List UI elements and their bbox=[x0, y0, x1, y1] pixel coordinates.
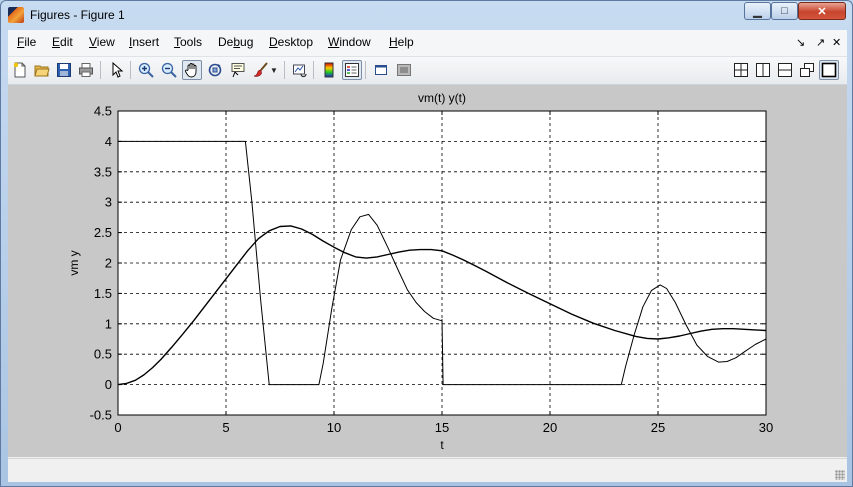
toolbar-separator bbox=[313, 61, 314, 79]
tile-rows-icon[interactable] bbox=[775, 60, 795, 80]
select-arrow-icon[interactable] bbox=[107, 60, 127, 80]
menu-insert[interactable]: Insert bbox=[129, 35, 159, 49]
menu-view[interactable]: View bbox=[89, 35, 115, 49]
x-tick-label: 0 bbox=[114, 420, 121, 435]
figure-canvas[interactable]: 0 5 10 15 20 25 30 -0.5 0 0.5 1 1.5 2 2.5 3 3.5 4 4.5 vm… bbox=[8, 85, 847, 457]
data-cursor-icon[interactable] bbox=[228, 60, 248, 80]
toolbar-separator bbox=[284, 61, 285, 79]
close-button[interactable]: ✕ bbox=[798, 2, 846, 20]
menu-help[interactable]: Help bbox=[389, 35, 414, 49]
matlab-logo-icon bbox=[8, 7, 24, 23]
toolbar-separator bbox=[365, 61, 366, 79]
menu-tools[interactable]: Tools bbox=[174, 35, 202, 49]
tile-grid-icon[interactable] bbox=[731, 60, 751, 80]
y-tick-label: 1 bbox=[105, 316, 112, 331]
save-icon[interactable] bbox=[54, 60, 74, 80]
window-client-area: ↘ ↗ ✕ File Edit View Insert Tools Debug Deskto… bbox=[8, 30, 847, 482]
y-tick-label: 2 bbox=[105, 256, 112, 271]
status-bar bbox=[8, 458, 847, 482]
x-tick-label: 30 bbox=[759, 420, 773, 435]
open-file-icon[interactable] bbox=[32, 60, 52, 80]
x-tick-label: 20 bbox=[543, 420, 557, 435]
y-tick-label: 3 bbox=[105, 195, 112, 210]
y-tick-label: 2.5 bbox=[94, 225, 112, 240]
x-tick-label: 15 bbox=[435, 420, 449, 435]
menu-bar: ↘ ↗ ✕ File Edit View Insert Tools Debug Deskto… bbox=[8, 30, 847, 57]
x-tick-label: 5 bbox=[222, 420, 229, 435]
maximize-button[interactable]: □ bbox=[771, 2, 798, 20]
y-tick-label: 3.5 bbox=[94, 164, 112, 179]
y-tick-label: -0.5 bbox=[90, 408, 112, 423]
maximize-figure-icon[interactable] bbox=[819, 60, 839, 80]
menu-file[interactable]: File bbox=[17, 35, 36, 49]
close-figure-icon[interactable]: ✕ bbox=[832, 36, 841, 49]
figure-window: Figures - Figure 1 ▁ □ ✕ ↘ ↗ ✕ File Edit V… bbox=[0, 0, 853, 487]
minimize-button[interactable]: ▁ bbox=[744, 2, 771, 20]
legend-icon[interactable] bbox=[342, 60, 362, 80]
zoom-in-icon[interactable] bbox=[136, 60, 156, 80]
figure-toolbar: ▼ bbox=[8, 57, 847, 85]
x-tick-label: 25 bbox=[651, 420, 665, 435]
toolbar-separator bbox=[130, 61, 131, 79]
dock-icon[interactable]: ↗ bbox=[816, 36, 825, 49]
colorbar-icon[interactable] bbox=[319, 60, 339, 80]
y-axis-label: vm y bbox=[67, 250, 81, 275]
new-figure-icon[interactable] bbox=[10, 60, 30, 80]
tile-columns-icon[interactable] bbox=[753, 60, 773, 80]
float-icon[interactable] bbox=[797, 60, 817, 80]
pan-hand-icon[interactable] bbox=[182, 60, 202, 80]
y-tick-label: 1.5 bbox=[94, 286, 112, 301]
menu-desktop[interactable]: Desktop bbox=[269, 35, 313, 49]
y-tick-label: 4 bbox=[105, 134, 112, 149]
line-plot[interactable]: 0 5 10 15 20 25 30 -0.500.511.522.533.544.5 vm… bbox=[8, 85, 847, 457]
rotate-3d-icon[interactable] bbox=[205, 60, 225, 80]
zoom-out-icon[interactable] bbox=[159, 60, 179, 80]
resize-grip-icon[interactable] bbox=[835, 470, 845, 480]
chart-title: vm(t) y(t) bbox=[418, 91, 466, 105]
menu-edit[interactable]: Edit bbox=[52, 35, 73, 49]
brush-icon[interactable] bbox=[251, 60, 271, 80]
link-plot-icon[interactable] bbox=[290, 60, 310, 80]
y-tick-label: 0 bbox=[105, 377, 112, 392]
y-tick-label: 4.5 bbox=[94, 104, 112, 119]
show-plot-tools-icon[interactable] bbox=[394, 60, 414, 80]
brush-dropdown-icon[interactable]: ▼ bbox=[269, 60, 279, 80]
menu-debug[interactable]: Debug bbox=[218, 35, 253, 49]
x-tick-label: 10 bbox=[327, 420, 341, 435]
title-bar[interactable]: Figures - Figure 1 ▁ □ ✕ bbox=[1, 1, 852, 29]
undock-icon[interactable]: ↘ bbox=[796, 36, 805, 49]
toolbar-separator bbox=[100, 61, 101, 79]
window-title: Figures - Figure 1 bbox=[30, 8, 125, 22]
menu-window[interactable]: Window bbox=[328, 35, 371, 49]
x-axis-label: t bbox=[440, 438, 444, 452]
print-icon[interactable] bbox=[76, 60, 96, 80]
hide-plot-tools-icon[interactable] bbox=[371, 60, 391, 80]
y-tick-label: 0.5 bbox=[94, 347, 112, 362]
